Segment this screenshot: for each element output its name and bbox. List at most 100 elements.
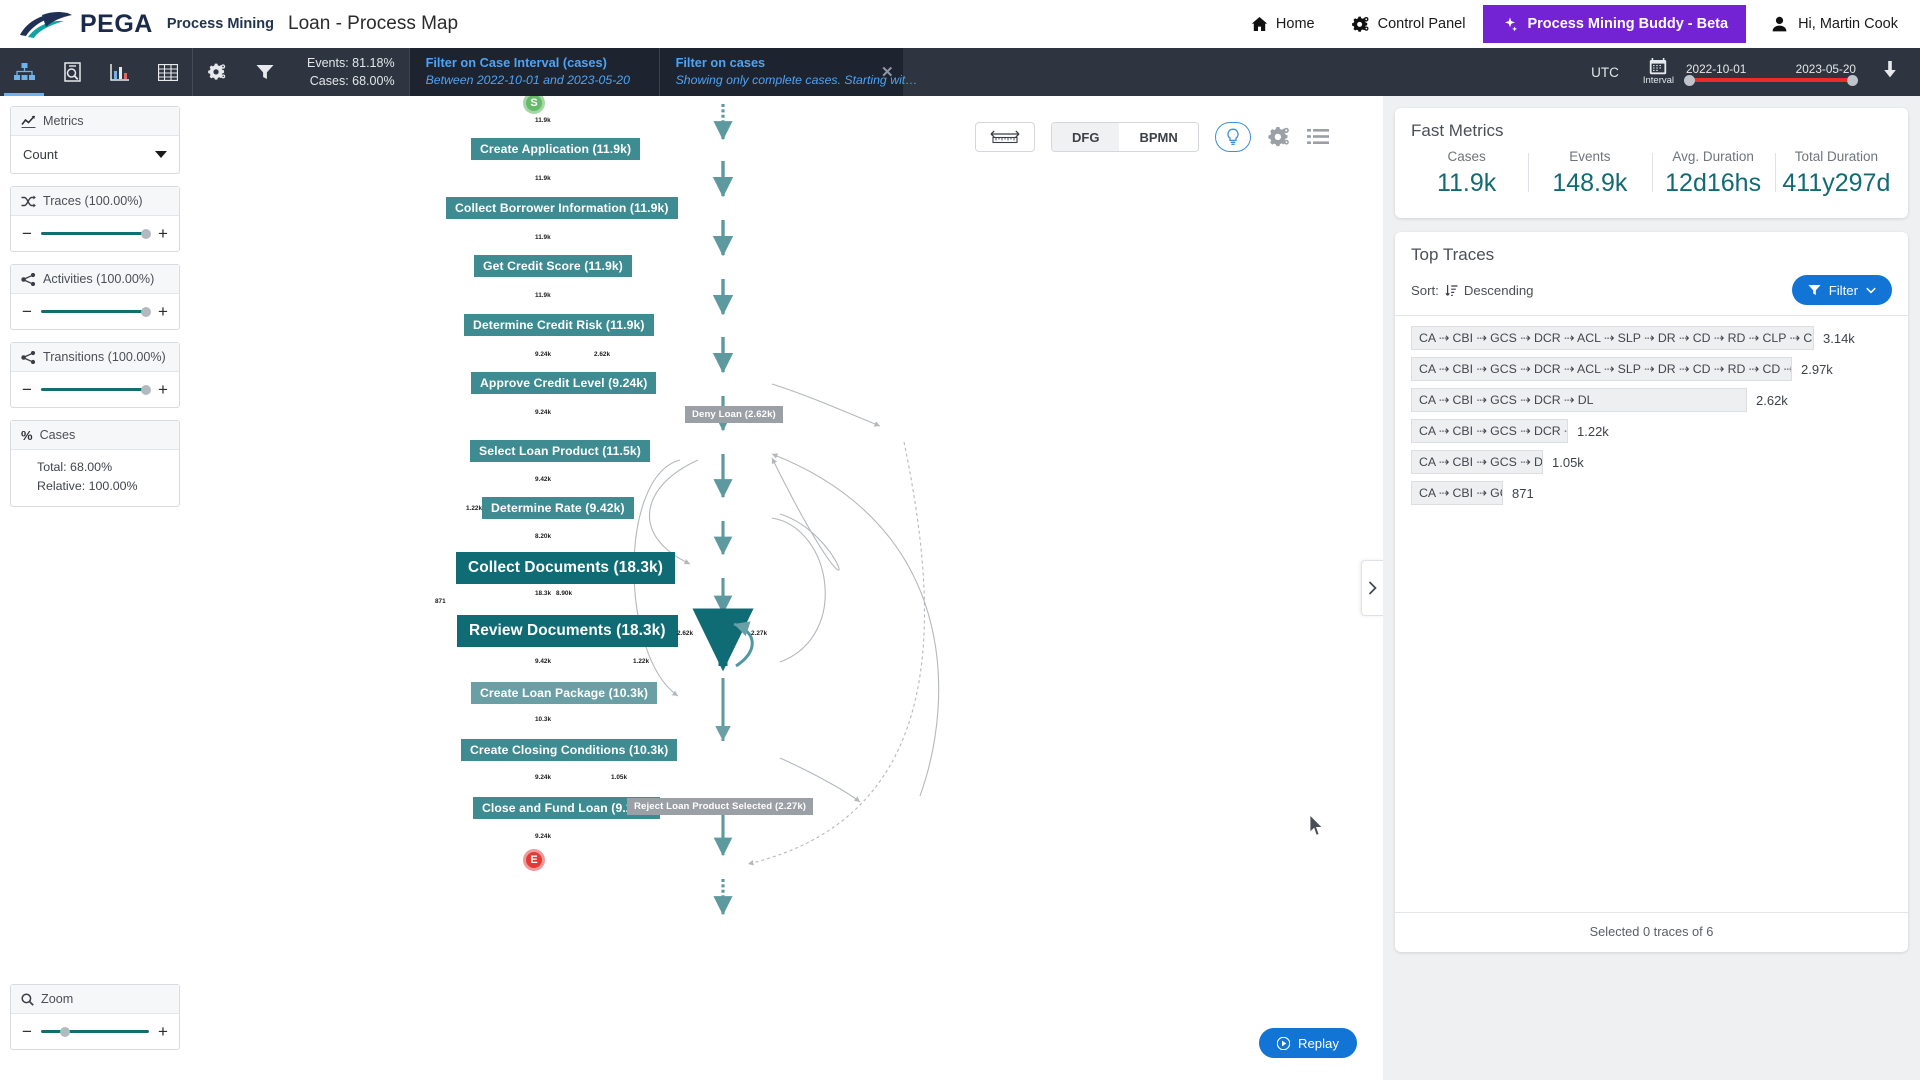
control-panel-link[interactable]: Control Panel (1333, 0, 1484, 48)
node-collect-borrower-information[interactable]: Collect Borrower Information (11.9k) (446, 197, 678, 219)
calendar-icon (1649, 58, 1667, 75)
trace-row[interactable]: CA ⇢ CBI ⇢ GCS ⇢ DCR ⇢ ACL ⇢ SLP ⇢ DR ⇢ … (1411, 326, 1892, 350)
case-explorer-tab-icon[interactable] (48, 48, 96, 96)
date-range-slider[interactable]: 2022-10-01 2023-05-20 (1680, 62, 1868, 86)
charts-tab-icon[interactable] (96, 48, 144, 96)
activities-slider-knob[interactable] (141, 306, 151, 317)
node-label: Create Loan Package (10.3k) (480, 686, 648, 700)
trace-row[interactable]: CA ⇢ CBI ⇢ GCS ⇢ DCR ⇢ AC… 1.22k (1411, 419, 1892, 443)
home-link[interactable]: Home (1233, 0, 1333, 48)
edge-label: 8.90k (556, 590, 572, 597)
metric-select[interactable]: Count (21, 145, 169, 164)
trace-row[interactable]: CA ⇢ CBI ⇢ GCS ⇢ DCR… 1.05k (1411, 450, 1892, 474)
transitions-increase-button[interactable]: + (157, 381, 169, 398)
edge-label: 11.9k (535, 117, 551, 124)
trace-count: 871 (1512, 485, 1534, 501)
activities-decrease-button[interactable]: − (21, 303, 33, 320)
metric-total-duration: Total Duration 411y297d (1774, 149, 1898, 198)
range-track[interactable] (1684, 74, 1858, 86)
zoom-out-button[interactable]: − (21, 1023, 33, 1040)
node-create-closing-conditions[interactable]: Create Closing Conditions (10.3k) (461, 739, 678, 761)
traces-decrease-button[interactable]: − (21, 225, 33, 242)
node-deny-loan[interactable]: Deny Loan (2.62k) (685, 406, 783, 423)
metrics-card: Metrics Count (10, 106, 180, 174)
node-collect-documents[interactable]: Collect Documents (18.3k) (456, 552, 675, 584)
activities-slider[interactable] (41, 306, 151, 317)
process-map-canvas[interactable]: DFG BPMN S Create Application (11.9k) Co… (190, 96, 1383, 1080)
transitions-card-header: Transitions (100.00%) (11, 343, 179, 372)
activities-increase-button[interactable]: + (157, 303, 169, 320)
filter-chip-title: Filter on cases (675, 55, 766, 71)
trace-row[interactable]: CA ⇢ CBI ⇢ GCS … 871 (1411, 481, 1892, 505)
metric-label: Events (1569, 149, 1611, 164)
node-label: Select Loan Product (11.5k) (479, 444, 641, 458)
metrics-card-title: Metrics (43, 114, 84, 128)
filter-chip-close-icon[interactable]: ✕ (881, 63, 894, 81)
node-create-loan-package[interactable]: Create Loan Package (10.3k) (471, 682, 657, 704)
control-panel-label: Control Panel (1377, 16, 1466, 32)
percent-icon: % (21, 427, 33, 443)
traces-slider-knob[interactable] (141, 228, 151, 239)
node-select-loan-product[interactable]: Select Loan Product (11.5k) (470, 440, 650, 462)
traces-filter-button[interactable]: Filter (1791, 275, 1892, 305)
sort-control[interactable]: Sort: Descending (1411, 283, 1534, 298)
activities-card-title: Activities (100.00%) (43, 272, 155, 286)
filter-stats: Events: 81.18% Cases: 68.00% (289, 48, 409, 96)
process-mining-buddy-button[interactable]: Process Mining Buddy - Beta (1483, 5, 1747, 43)
metric-label: Total Duration (1794, 149, 1879, 164)
settings-tab-icon[interactable] (193, 48, 241, 96)
end-node[interactable]: E (523, 849, 545, 871)
header-actions: Home Control Panel Process Mining Buddy … (1233, 0, 1920, 48)
traces-slider[interactable] (41, 228, 151, 239)
node-approve-credit-level[interactable]: Approve Credit Level (9.24k) (471, 372, 657, 394)
range-handle-end[interactable] (1847, 74, 1858, 86)
process-map-tab-icon[interactable] (0, 48, 48, 96)
fast-metrics-row: Cases 11.9k Events 148.9k Avg. Duration … (1395, 149, 1908, 218)
transitions-slider[interactable] (41, 384, 151, 395)
filter-chip-cases[interactable]: Filter on cases Showing only complete ca… (658, 48, 918, 96)
traces-increase-button[interactable]: + (157, 225, 169, 242)
node-get-credit-score[interactable]: Get Credit Score (11.9k) (474, 255, 632, 277)
node-label: Close and Fund Loan (9.24k) (482, 801, 651, 815)
trace-count: 2.97k (1801, 361, 1833, 377)
range-handle-start[interactable] (1684, 74, 1695, 86)
zoom-slider-knob[interactable] (60, 1026, 71, 1037)
trace-row[interactable]: CA ⇢ CBI ⇢ GCS ⇢ DCR ⇢ ACL ⇢ SLP ⇢ DR ⇢ … (1411, 357, 1892, 381)
node-review-documents[interactable]: Review Documents (18.3k) (457, 615, 678, 647)
zoom-slider[interactable] (41, 1026, 149, 1037)
node-label: Reject Loan Product Selected (2.27k) (634, 801, 807, 812)
node-determine-rate[interactable]: Determine Rate (9.42k) (482, 497, 634, 519)
trace-row[interactable]: CA ⇢ CBI ⇢ GCS ⇢ DCR ⇢ DL 2.62k (1411, 388, 1892, 412)
top-traces-title: Top Traces (1411, 245, 1495, 264)
right-insights-panel: Fast Metrics Cases 11.9k Events 148.9k A… (1383, 96, 1920, 1080)
fast-metrics-card: Fast Metrics Cases 11.9k Events 148.9k A… (1395, 108, 1908, 218)
cases-relative: Relative: 100.00% (37, 479, 138, 494)
node-reject-loan-product-selected[interactable]: Reject Loan Product Selected (2.27k) (627, 798, 814, 815)
collapse-right-panel-button[interactable] (1361, 560, 1383, 616)
filter-chip-case-interval[interactable]: Filter on Case Interval (cases) Between … (408, 48, 659, 96)
traces-card-header: Traces (100.00%) (11, 187, 179, 216)
node-label: Collect Borrower Information (11.9k) (455, 201, 669, 215)
magnifier-icon (21, 992, 34, 1006)
transitions-decrease-button[interactable]: − (21, 381, 33, 398)
download-button[interactable] (1868, 60, 1912, 84)
node-determine-credit-risk[interactable]: Determine Credit Risk (11.9k) (464, 314, 654, 336)
edge-label: 11.9k (535, 292, 551, 299)
zoom-in-button[interactable]: + (157, 1023, 169, 1040)
interval-picker[interactable]: Interval (1637, 58, 1680, 86)
sparkle-icon (1501, 16, 1518, 33)
table-tab-icon[interactable] (144, 48, 192, 96)
trace-count: 2.62k (1756, 392, 1788, 408)
metrics-card-header: Metrics (11, 107, 179, 136)
filter-funnel-icon (1808, 284, 1821, 296)
node-label: Get Credit Score (11.9k) (483, 259, 623, 273)
filter-funnel-icon[interactable] (241, 48, 289, 96)
replay-button[interactable]: Replay (1258, 1028, 1357, 1058)
node-label: Review Documents (18.3k) (469, 622, 666, 639)
node-create-application[interactable]: Create Application (11.9k) (471, 138, 641, 160)
edge-label: 1.22k (633, 658, 649, 665)
replay-label: Replay (1297, 1035, 1339, 1051)
user-menu[interactable]: Hi, Martin Cook (1746, 0, 1920, 48)
transitions-slider-knob[interactable] (141, 384, 151, 395)
filter-button-label: Filter (1828, 282, 1858, 298)
